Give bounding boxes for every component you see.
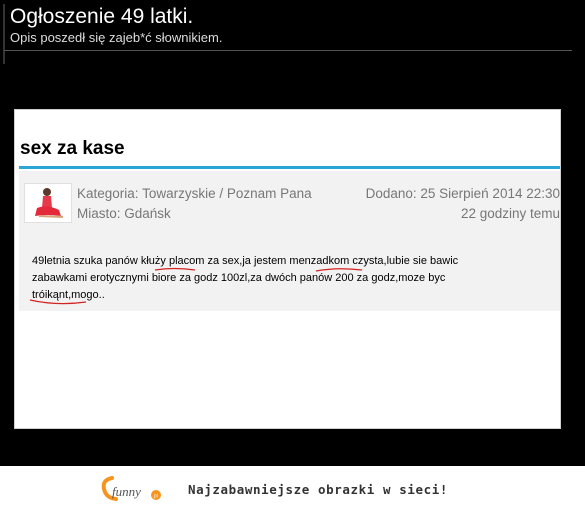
- ad-screenshot: sex za kase Kategoria: Towarzyskie / Poz…: [14, 109, 561, 429]
- ad-title: sex za kase: [20, 138, 125, 159]
- title-underline-rule: [19, 166, 560, 169]
- added-date: Dodano: 25 Sierpień 2014 22:30: [365, 186, 560, 201]
- svg-text:.pl: .pl: [153, 494, 158, 500]
- post-subtitle: Opis poszedł się zajeb*ć słownikiem.: [10, 30, 223, 45]
- site-footer: funny .pl Najzabawniejsze obrazki w siec…: [0, 466, 585, 510]
- footer-tagline: Najzabawniejsze obrazki w sieci!: [188, 482, 449, 497]
- category-line: Kategoria: Towarzyskie / Poznam Pana: [77, 185, 312, 203]
- category-value[interactable]: Towarzyskie / Poznam Pana: [142, 186, 312, 201]
- red-underline-kluzy: [154, 267, 196, 271]
- city-line: Miasto: Gdańsk: [77, 205, 171, 223]
- red-underline-menzadkom: [315, 268, 363, 272]
- svg-text:funny: funny: [112, 484, 141, 499]
- post-header: Ogłoszenie 49 latki. Opis poszedł się za…: [0, 0, 585, 68]
- ad-photo-thumbnail: [24, 183, 72, 223]
- woman-photo-icon: [25, 184, 71, 222]
- city-label: Miasto:: [77, 206, 121, 221]
- category-label: Kategoria:: [77, 186, 139, 201]
- red-underline-troikant: [29, 299, 87, 305]
- ad-listing: Kategoria: Towarzyskie / Poznam Pana Mia…: [19, 171, 560, 311]
- header-left-bar: [3, 4, 5, 64]
- post-title: Ogłoszenie 49 latki.: [10, 5, 194, 28]
- funny-logo[interactable]: funny .pl: [98, 474, 170, 504]
- time-ago: 22 godziny temu: [460, 206, 560, 221]
- ad-description: 49letnia szuka panów kłuży placom za sex…: [32, 255, 459, 301]
- city-value[interactable]: Gdańsk: [124, 206, 171, 221]
- header-divider: [4, 50, 572, 51]
